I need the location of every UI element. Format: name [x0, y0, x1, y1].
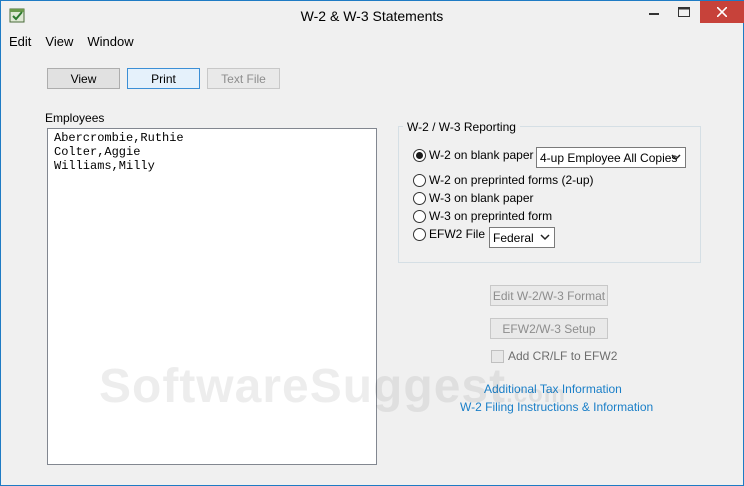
radio-icon	[413, 209, 426, 223]
menu-bar: Edit View Window	[1, 32, 743, 52]
maximize-icon	[678, 7, 690, 17]
reporting-group-title: W-2 / W-3 Reporting	[403, 120, 520, 134]
radio-w3-preprinted[interactable]: W-3 on preprinted form	[413, 209, 552, 223]
chevron-down-icon	[540, 234, 550, 241]
close-button[interactable]	[700, 1, 744, 23]
menu-edit[interactable]: Edit	[1, 32, 37, 52]
radio-label: W-3 on blank paper	[429, 191, 534, 205]
crlf-label: Add CR/LF to EFW2	[508, 349, 618, 363]
radio-icon	[413, 227, 426, 241]
crlf-checkbox[interactable]: Add CR/LF to EFW2	[491, 349, 617, 363]
copies-select-value: 4-up Employee All Copies	[540, 150, 678, 165]
radio-w2-preprinted[interactable]: W-2 on preprinted forms (2-up)	[413, 173, 594, 187]
title-bar: W-2 & W-3 Statements	[1, 1, 744, 31]
print-button[interactable]: Print	[127, 68, 200, 89]
employees-label: Employees	[45, 111, 105, 125]
checkbox-icon	[491, 349, 504, 363]
edit-format-button[interactable]: Edit W-2/W-3 Format	[490, 285, 608, 306]
efw2-setup-button[interactable]: EFW2/W-3 Setup	[490, 318, 608, 339]
window-title: W-2 & W-3 Statements	[300, 8, 444, 24]
radio-label: EFW2 File	[429, 227, 486, 241]
radio-label: W-2 on preprinted forms (2-up)	[429, 173, 594, 187]
app-window: W-2 & W-3 Statements Edit View Window Vi…	[0, 0, 744, 486]
employees-list[interactable]: Abercrombie,Ruthie Colter,Aggie Williams…	[47, 128, 377, 465]
list-item[interactable]: Abercrombie,Ruthie	[54, 131, 370, 145]
close-icon	[717, 7, 727, 17]
radio-label: W-2 on blank paper	[429, 148, 534, 162]
chevron-down-icon	[671, 154, 681, 161]
filing-instructions-link[interactable]: W-2 Filing Instructions & Information	[460, 400, 653, 414]
copies-select[interactable]: 4-up Employee All Copies	[536, 147, 686, 168]
menu-window[interactable]: Window	[79, 32, 139, 52]
menu-view[interactable]: View	[37, 32, 79, 52]
radio-icon	[413, 191, 426, 205]
efw2-select[interactable]: Federal	[489, 227, 555, 248]
main-panel: View Print Text File Employees Abercromb…	[11, 53, 735, 479]
additional-tax-link[interactable]: Additional Tax Information	[484, 382, 622, 396]
maximize-button[interactable]	[669, 1, 699, 23]
radio-selected-icon	[413, 148, 426, 162]
view-button[interactable]: View	[47, 68, 120, 89]
list-item[interactable]: Williams,Milly	[54, 159, 370, 173]
minimize-button[interactable]	[639, 1, 669, 23]
radio-efw2-file[interactable]: EFW2 File	[413, 227, 485, 241]
efw2-select-value: Federal	[493, 230, 534, 245]
radio-label: W-3 on preprinted form	[429, 209, 553, 223]
text-file-button[interactable]: Text File	[207, 68, 280, 89]
minimize-icon	[649, 13, 659, 15]
radio-icon	[413, 173, 426, 187]
list-item[interactable]: Colter,Aggie	[54, 145, 370, 159]
radio-w2-blank[interactable]: W-2 on blank paper	[413, 148, 534, 162]
radio-w3-blank[interactable]: W-3 on blank paper	[413, 191, 534, 205]
